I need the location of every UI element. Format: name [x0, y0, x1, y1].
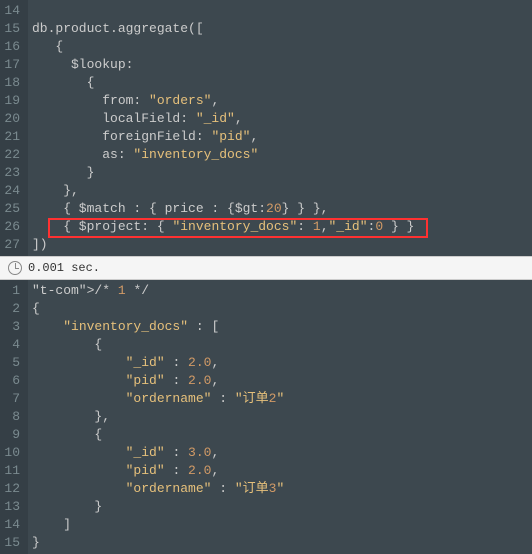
line-number: 4	[4, 336, 20, 354]
clock-icon	[8, 261, 22, 275]
line-number: 15	[4, 20, 20, 38]
line-number: 2	[4, 300, 20, 318]
line-number: 5	[4, 354, 20, 372]
line-number: 7	[4, 390, 20, 408]
line-number: 13	[4, 498, 20, 516]
line-number: 1	[4, 282, 20, 300]
line-number: 26	[4, 218, 20, 236]
line-number: 11	[4, 462, 20, 480]
line-number: 25	[4, 200, 20, 218]
bottom-gutter: 1 2 3 4 5 6 7 8 9 10 11 12 13 14 15	[0, 280, 28, 554]
line-number: 12	[4, 480, 20, 498]
line-number: 14	[4, 2, 20, 20]
line-number: 18	[4, 74, 20, 92]
line-number: 17	[4, 56, 20, 74]
line-number: 27	[4, 236, 20, 254]
line-number: 8	[4, 408, 20, 426]
line-number: 22	[4, 146, 20, 164]
line-number: 14	[4, 516, 20, 534]
line-number: 3	[4, 318, 20, 336]
line-number: 20	[4, 110, 20, 128]
line-number: 16	[4, 38, 20, 56]
line-number: 9	[4, 426, 20, 444]
line-number: 10	[4, 444, 20, 462]
bottom-code-area[interactable]: "t-com">/* 1 */{ "inventory_docs" : [ { …	[28, 280, 532, 554]
highlight-rectangle	[48, 218, 428, 238]
top-gutter: 14 15 16 17 18 19 20 21 22 23 24 25 26 2…	[0, 0, 28, 256]
result-editor[interactable]: 1 2 3 4 5 6 7 8 9 10 11 12 13 14 15 "t-c…	[0, 280, 532, 554]
line-number: 21	[4, 128, 20, 146]
status-bar: 0.001 sec.	[0, 256, 532, 280]
execution-time: 0.001 sec.	[28, 261, 100, 275]
line-number: 23	[4, 164, 20, 182]
line-number: 24	[4, 182, 20, 200]
line-number: 19	[4, 92, 20, 110]
line-number: 15	[4, 534, 20, 552]
line-number: 6	[4, 372, 20, 390]
